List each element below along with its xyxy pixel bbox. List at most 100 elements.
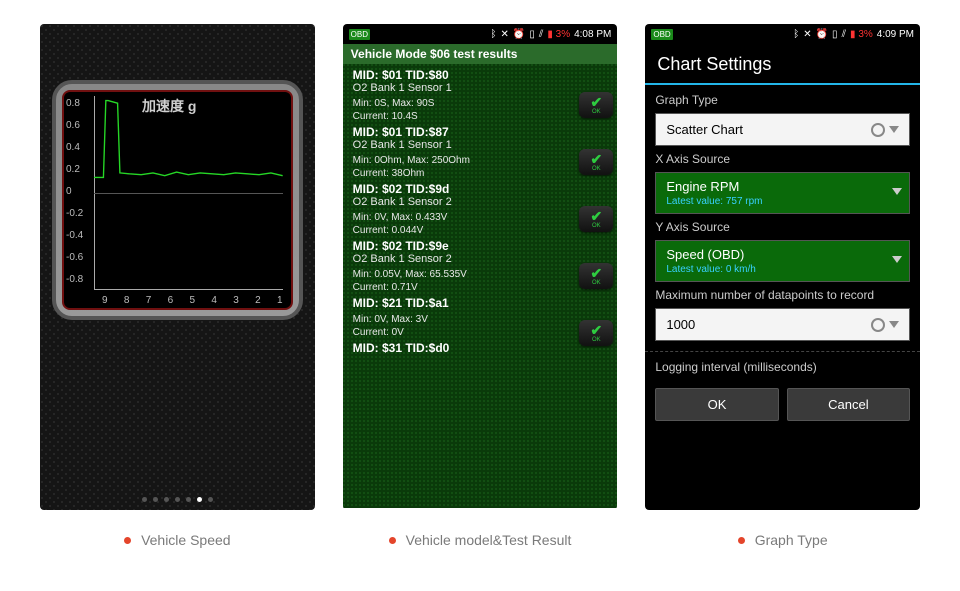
x-ticks: 9 8 7 6 5 4 3 2 1 [102, 295, 283, 306]
results-header: Vehicle Mode $06 test results [343, 44, 618, 64]
status-bar: OBD ᛒ ✕ ⏰ ▯ ⫽ ▮ 3% 4:09 PM [645, 24, 920, 44]
result-mid: MID: $01 TID:$87 [353, 125, 608, 139]
radio-icon [871, 318, 885, 332]
battery-indicator: ▮ 3% [547, 29, 570, 40]
result-sensor: O2 Bank 1 Sensor 1 [353, 139, 608, 151]
sim-icon: ▯ [529, 29, 535, 40]
x-tick: 4 [211, 295, 217, 306]
y-tick: -0.4 [66, 230, 83, 241]
y-axis-label: Y Axis Source [655, 220, 910, 234]
max-datapoints-select[interactable]: 1000 [655, 308, 910, 341]
x-tick: 7 [146, 295, 152, 306]
signal-icon: ⫽ [842, 29, 846, 40]
check-icon: ✔ [590, 95, 602, 109]
result-sensor: O2 Bank 1 Sensor 1 [353, 82, 608, 94]
ok-button[interactable]: OK [655, 388, 778, 421]
y-tick: 0.8 [66, 98, 80, 109]
result-mid: MID: $31 TID:$d0 [353, 341, 608, 355]
caption-2: Vehicle model&Test Result [343, 518, 618, 548]
check-icon: ✔ [590, 152, 602, 166]
y-tick: 0.4 [66, 142, 80, 153]
result-item[interactable]: MID: $01 TID:$80O2 Bank 1 Sensor 1 Min: 0… [353, 68, 608, 123]
status-ok-badge: ✔OK [579, 263, 613, 289]
chevron-down-icon [892, 256, 902, 263]
caption-3: Graph Type [645, 518, 920, 548]
chart-panel: 加速度 g 987654321 0.80.60.40.20-0.2-0.4-0.… [52, 80, 303, 320]
bluetooth-icon: ᛒ [793, 29, 799, 40]
phone-vehicle-speed: 加速度 g 987654321 0.80.60.40.20-0.2-0.4-0.… [40, 24, 315, 510]
radio-icon [871, 123, 885, 137]
x-axis-select[interactable]: Engine RPM Latest value: 757 rpm [655, 172, 910, 214]
phone-chart-settings: OBD ᛒ ✕ ⏰ ▯ ⫽ ▮ 3% 4:09 PM Chart Setting… [645, 24, 920, 510]
result-item[interactable]: MID: $02 TID:$9dO2 Bank 1 Sensor 2 Min: 0… [353, 182, 608, 237]
x-tick: 2 [255, 295, 261, 306]
status-ok-badge: ✔OK [579, 92, 613, 118]
y-tick: -0.8 [66, 274, 83, 285]
obd-chip-icon: OBD [651, 29, 672, 40]
y-axis-select[interactable]: Speed (OBD) Latest value: 0 km/h [655, 240, 910, 282]
bullet-icon [124, 537, 131, 544]
result-stats: Min: 0V, Max: 0.433VCurrent: 0.044V [353, 212, 608, 237]
status-ok-badge: ✔OK [579, 149, 613, 175]
x-tick: 3 [233, 295, 239, 306]
caption-1: Vehicle Speed [40, 518, 315, 548]
alarm-icon: ⏰ [816, 29, 828, 40]
y-tick: 0 [66, 186, 72, 197]
result-stats: Min: 0V, Max: 3VCurrent: 0V [353, 314, 608, 339]
mute-icon: ✕ [803, 29, 811, 40]
result-stats: Min: 0.05V, Max: 65.535VCurrent: 0.71V [353, 269, 608, 294]
sim-icon: ▯ [832, 29, 838, 40]
result-sensor: O2 Bank 1 Sensor 2 [353, 253, 608, 265]
x-axis [94, 289, 283, 290]
result-stats: Min: 0Ohm, Max: 250OhmCurrent: 38Ohm [353, 155, 608, 180]
interval-label: Logging interval (milliseconds) [655, 360, 910, 374]
battery-indicator: ▮ 3% [850, 29, 873, 40]
x-tick: 8 [124, 295, 130, 306]
y-tick: -0.6 [66, 252, 83, 263]
chart-line [94, 96, 283, 259]
result-sensor: O2 Bank 1 Sensor 2 [353, 196, 608, 208]
max-datapoints-label: Maximum number of datapoints to record [655, 288, 910, 302]
result-item[interactable]: MID: $02 TID:$9eO2 Bank 1 Sensor 2 Min: 0… [353, 239, 608, 294]
alarm-icon: ⏰ [513, 29, 525, 40]
chevron-down-icon [889, 126, 899, 133]
result-mid: MID: $02 TID:$9d [353, 182, 608, 196]
result-item[interactable]: MID: $31 TID:$d0 [353, 341, 608, 355]
bluetooth-icon: ᛒ [491, 29, 497, 40]
x-tick: 6 [168, 295, 174, 306]
y-tick: 0.6 [66, 120, 80, 131]
clock: 4:08 PM [574, 29, 611, 40]
mute-icon: ✕ [501, 29, 509, 40]
obd-chip-icon: OBD [349, 29, 370, 40]
result-mid: MID: $02 TID:$9e [353, 239, 608, 253]
status-ok-badge: ✔OK [579, 206, 613, 232]
chevron-down-icon [889, 321, 899, 328]
result-stats: Min: 0S, Max: 90SCurrent: 10.4S [353, 98, 608, 123]
y-tick: 0.2 [66, 164, 80, 175]
status-bar: OBD ᛒ ✕ ⏰ ▯ ⫽ ▮ 3% 4:08 PM [343, 24, 618, 44]
graph-type-label: Graph Type [655, 93, 910, 107]
divider [645, 351, 920, 352]
signal-icon: ⫽ [539, 29, 543, 40]
x-tick: 1 [277, 295, 283, 306]
x-tick: 5 [190, 295, 196, 306]
check-icon: ✔ [590, 323, 602, 337]
result-mid: MID: $21 TID:$a1 [353, 296, 608, 310]
dialog-title: Chart Settings [645, 44, 920, 85]
bullet-icon [738, 537, 745, 544]
check-icon: ✔ [590, 266, 602, 280]
page-indicator[interactable] [40, 497, 315, 502]
clock: 4:09 PM [877, 29, 914, 40]
y-tick: -0.2 [66, 208, 83, 219]
result-mid: MID: $01 TID:$80 [353, 68, 608, 82]
graph-type-select[interactable]: Scatter Chart [655, 113, 910, 146]
result-item[interactable]: MID: $01 TID:$87O2 Bank 1 Sensor 1 Min: 0… [353, 125, 608, 180]
check-icon: ✔ [590, 209, 602, 223]
x-tick: 9 [102, 295, 108, 306]
phone-test-results: OBD ᛒ ✕ ⏰ ▯ ⫽ ▮ 3% 4:08 PM Vehicle Mode … [343, 24, 618, 510]
results-list[interactable]: MID: $01 TID:$80O2 Bank 1 Sensor 1Min: 0… [343, 64, 618, 508]
cancel-button[interactable]: Cancel [787, 388, 910, 421]
result-item[interactable]: MID: $21 TID:$a1 Min: 0V, Max: 3VCurrent:… [353, 296, 608, 339]
bullet-icon [389, 537, 396, 544]
chevron-down-icon [892, 188, 902, 195]
